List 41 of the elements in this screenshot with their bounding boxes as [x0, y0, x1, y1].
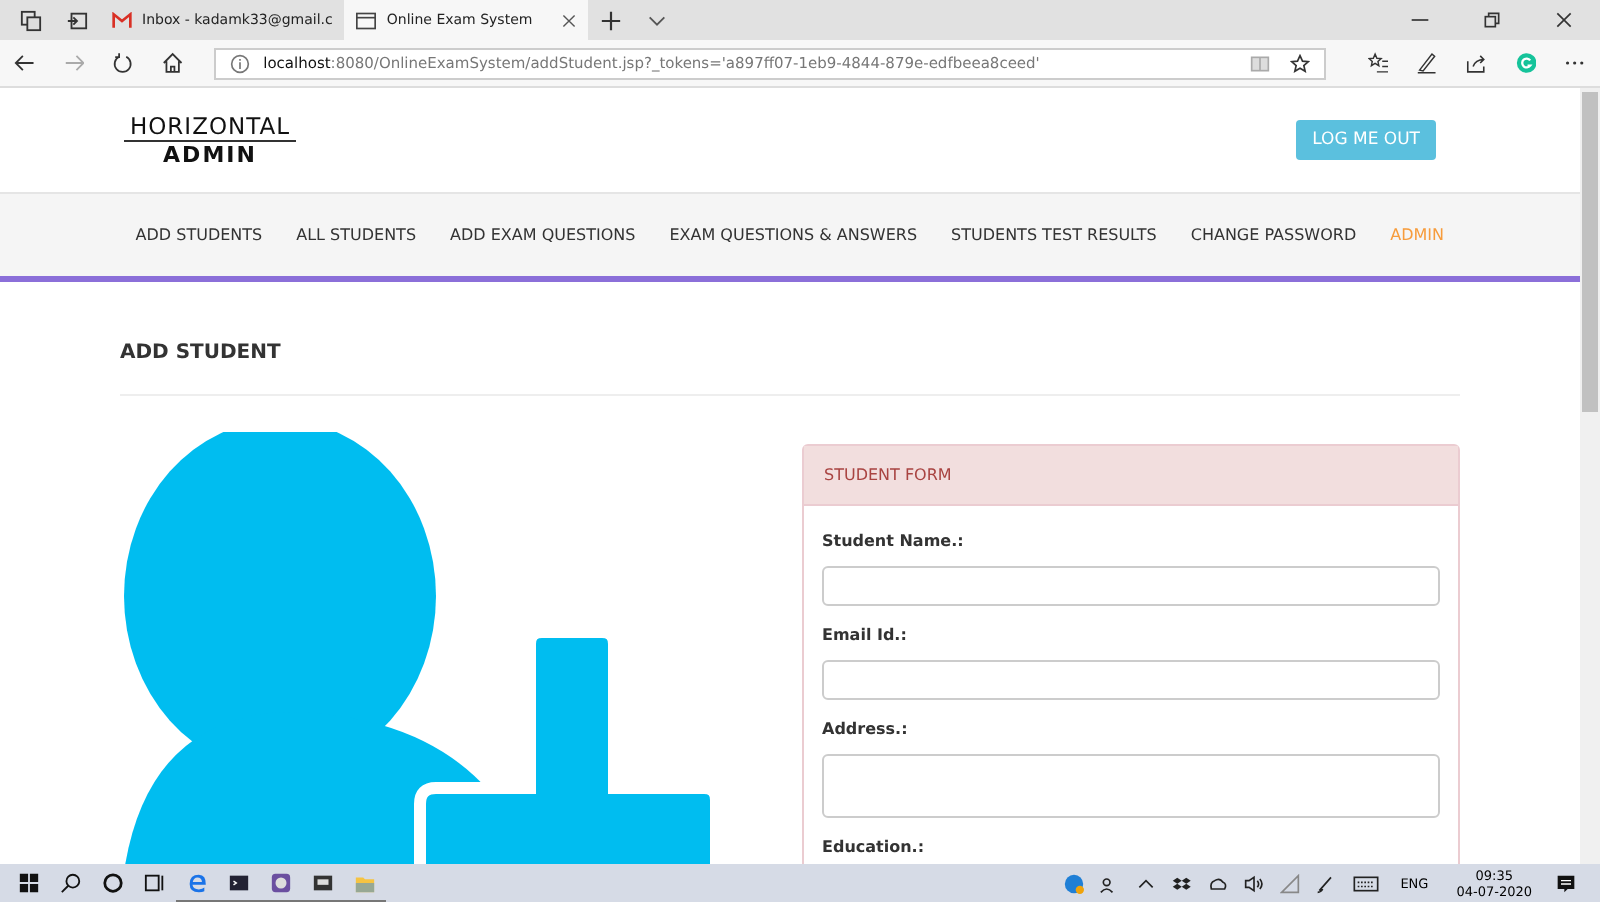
nav-link[interactable]: ADD EXAM QUESTIONS [450, 226, 636, 244]
info-icon [229, 53, 250, 73]
notification-icon[interactable] [1556, 873, 1576, 893]
input-field[interactable] [822, 566, 1440, 606]
nav-link[interactable]: CHANGE PASSWORD [1190, 226, 1357, 244]
field-label: Address.: [822, 720, 910, 738]
nav-link[interactable]: ADD STUDENTS [135, 226, 263, 244]
page-icon [356, 11, 377, 29]
refresh-icon[interactable] [112, 52, 134, 74]
cloud-icon[interactable] [1208, 873, 1229, 893]
speaker-icon[interactable] [1244, 873, 1265, 893]
pen-icon[interactable] [1316, 873, 1337, 893]
input-field[interactable] [822, 660, 1440, 700]
page-title: ADD STUDENT [120, 342, 1460, 396]
field-label: Education.: [822, 838, 927, 856]
set-aside-icon[interactable] [66, 9, 88, 31]
mail-icon [112, 11, 132, 29]
keyboard-icon[interactable] [1352, 873, 1381, 893]
dropbox-icon[interactable] [1172, 873, 1193, 893]
back-icon[interactable] [14, 52, 36, 74]
pen-icon[interactable] [1416, 52, 1439, 74]
share-icon[interactable] [1466, 52, 1488, 74]
wifi-icon[interactable] [1280, 873, 1301, 893]
panel-title: STUDENT FORM [824, 466, 952, 484]
logo-text: ADMIN [163, 142, 257, 168]
restore-icon[interactable] [1482, 10, 1502, 30]
nav-link[interactable]: ALL STUDENTS [296, 226, 417, 244]
nav-link[interactable]: EXAM QUESTIONS & ANSWERS [669, 226, 918, 244]
favorites-icon[interactable] [1367, 52, 1389, 74]
home-icon[interactable] [161, 52, 184, 74]
nav-link[interactable]: STUDENTS TEST RESULTS [951, 226, 1157, 244]
logo-text: HORIZONTAL [124, 112, 296, 142]
scrollbar[interactable] [1580, 88, 1600, 864]
tabs-icon[interactable] [20, 9, 42, 31]
field-label: Email Id.: [822, 626, 909, 644]
input-field[interactable] [822, 754, 1440, 818]
close-icon[interactable] [562, 13, 577, 27]
star-icon[interactable] [1289, 53, 1310, 73]
new-tab-icon[interactable] [600, 9, 623, 31]
field-label: Student Name.: [822, 532, 966, 550]
close-icon[interactable] [1554, 10, 1574, 30]
